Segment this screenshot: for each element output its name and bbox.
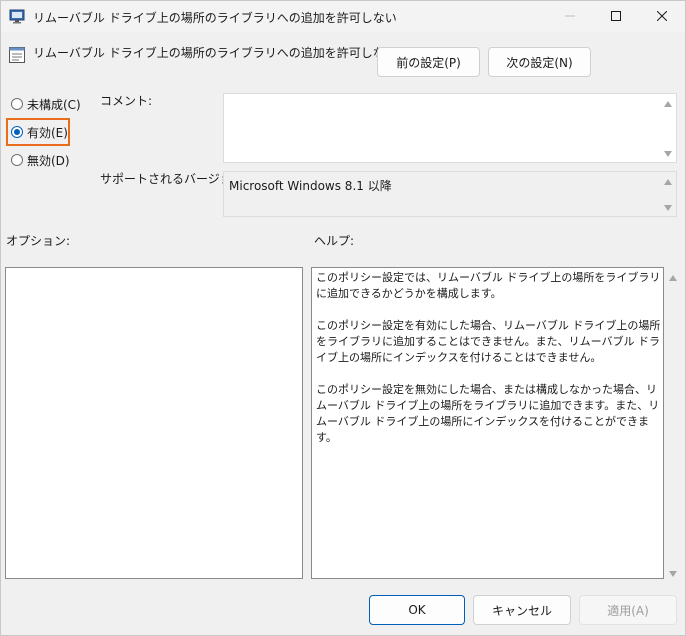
radio-button-checked[interactable] (11, 126, 23, 138)
minimize-icon (565, 10, 575, 24)
help-scroll-down-icon[interactable] (668, 567, 678, 581)
previous-setting-button[interactable]: 前の設定(P) (377, 47, 480, 77)
supported-on-field: Microsoft Windows 8.1 以降 (223, 171, 677, 217)
radio-button[interactable] (11, 154, 23, 166)
radio-enabled[interactable]: 有効(E) (11, 122, 68, 142)
radio-button[interactable] (11, 98, 23, 110)
comment-label: コメント: (100, 94, 153, 108)
options-label: オプション: (6, 234, 71, 248)
title-bar: リムーバブル ドライブ上の場所のライブラリへの追加を許可しない (1, 1, 685, 32)
scroll-down-icon[interactable] (664, 205, 672, 211)
help-scroll-up-icon[interactable] (668, 271, 678, 285)
help-paragraph: このポリシー設定を有効にした場合、リムーバブル ドライブ上の場所をライブラリに追… (316, 319, 661, 364)
help-text: このポリシー設定では、リムーバブル ドライブ上の場所をライブラリに追加できるかど… (316, 270, 661, 462)
policy-setting-icon (8, 46, 26, 64)
next-setting-button[interactable]: 次の設定(N) (488, 47, 591, 77)
policy-dialog-window: リムーバブル ドライブ上の場所のライブラリへの追加を許可しない リムーバブル ド… (0, 0, 686, 636)
help-label: ヘルプ: (314, 234, 355, 248)
radio-label: 無効(D) (27, 153, 70, 168)
close-icon (656, 10, 668, 24)
options-panel (5, 267, 303, 579)
ok-button[interactable]: OK (369, 595, 465, 625)
maximize-icon (611, 10, 621, 24)
window-title: リムーバブル ドライブ上の場所のライブラリへの追加を許可しない (33, 11, 397, 25)
radio-not-configured[interactable]: 未構成(C) (11, 94, 81, 114)
help-panel: このポリシー設定では、リムーバブル ドライブ上の場所をライブラリに追加できるかど… (311, 267, 664, 579)
supported-on-value: Microsoft Windows 8.1 以降 (229, 179, 392, 193)
cancel-button[interactable]: キャンセル (473, 595, 571, 625)
maximize-button[interactable] (593, 1, 639, 32)
comment-textarea[interactable] (223, 93, 677, 163)
radio-label: 未構成(C) (27, 97, 81, 112)
help-paragraph: このポリシー設定では、リムーバブル ドライブ上の場所をライブラリに追加できるかど… (316, 271, 661, 300)
scroll-up-icon[interactable] (664, 179, 672, 185)
apply-button[interactable]: 適用(A) (579, 595, 677, 625)
scroll-up-icon[interactable] (664, 101, 672, 107)
policy-editor-icon (9, 8, 27, 24)
policy-name: リムーバブル ドライブ上の場所のライブラリへの追加を許可しない (33, 46, 397, 60)
scroll-down-icon[interactable] (664, 151, 672, 157)
radio-label: 有効(E) (27, 125, 68, 140)
help-paragraph: このポリシー設定を無効にした場合、または構成しなかった場合、リムーバブル ドライ… (316, 383, 660, 444)
close-button[interactable] (639, 1, 685, 32)
radio-disabled[interactable]: 無効(D) (11, 150, 70, 170)
minimize-button[interactable] (547, 1, 593, 32)
